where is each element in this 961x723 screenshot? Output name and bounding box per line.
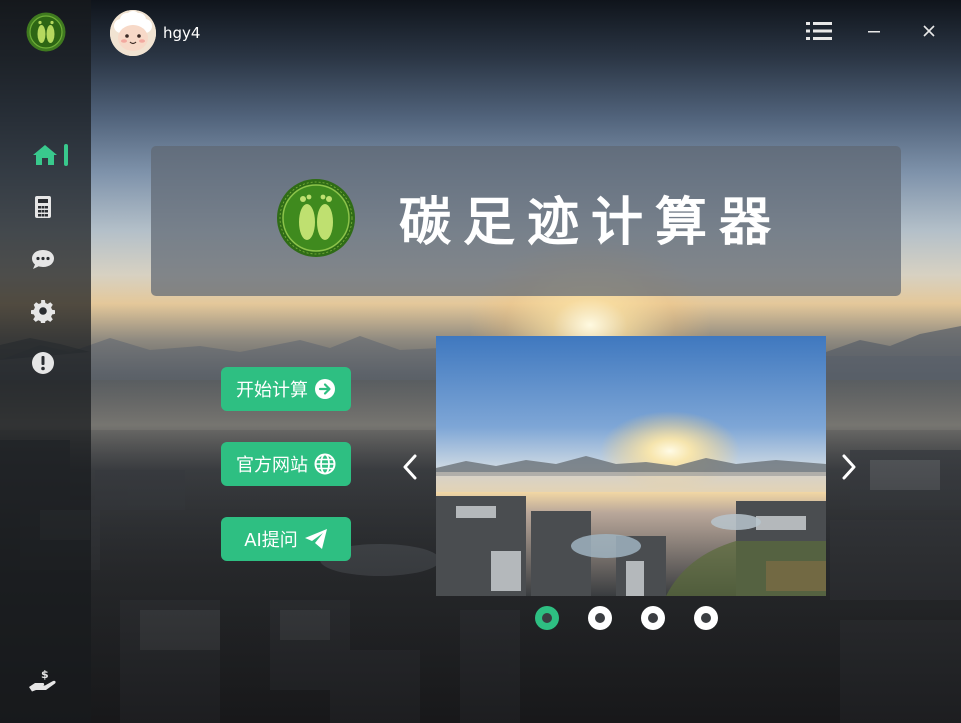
- active-indicator: [64, 144, 68, 166]
- footprint-logo-icon: [276, 178, 356, 258]
- paper-plane-icon: [304, 529, 327, 549]
- image-carousel[interactable]: [436, 336, 826, 596]
- donate-icon: $: [29, 668, 56, 692]
- carousel-dot-2[interactable]: [588, 606, 612, 630]
- carousel-prev-button[interactable]: [397, 450, 423, 484]
- chat-icon: [32, 250, 54, 269]
- ai-question-button[interactable]: AI提问: [221, 517, 351, 561]
- close-button[interactable]: [917, 16, 941, 46]
- official-website-label: 官方网站: [236, 455, 308, 476]
- official-website-button[interactable]: 官方网站: [221, 442, 351, 486]
- nav-calculator[interactable]: [26, 190, 60, 224]
- chevron-right-icon: [842, 454, 856, 480]
- start-calculation-button[interactable]: 开始计算: [221, 367, 351, 411]
- carousel-next-button[interactable]: [836, 450, 862, 484]
- nav-chat[interactable]: [26, 242, 60, 276]
- nav-settings[interactable]: [26, 294, 60, 328]
- minimize-button[interactable]: [862, 16, 886, 46]
- home-icon: [33, 145, 57, 165]
- arrow-right-circle-icon: [315, 379, 335, 399]
- list-icon: [806, 22, 832, 40]
- carousel-dot-4[interactable]: [694, 606, 718, 630]
- settings-icon: [31, 300, 55, 323]
- carousel-dot-3[interactable]: [641, 606, 665, 630]
- minimize-icon: [868, 31, 880, 33]
- svg-text:$: $: [41, 668, 49, 681]
- carousel-slide-image: [436, 336, 826, 596]
- info-icon: [32, 352, 54, 374]
- app-title: 碳足迹计算器: [399, 192, 784, 253]
- menu-button[interactable]: [803, 16, 835, 46]
- start-calculation-label: 开始计算: [236, 380, 308, 401]
- sidebar: $: [0, 0, 91, 723]
- avatar[interactable]: [110, 10, 156, 56]
- close-icon: [923, 25, 935, 37]
- app-logo-icon: [26, 12, 66, 52]
- nav-info[interactable]: [26, 346, 60, 380]
- nav-donate[interactable]: $: [26, 664, 60, 698]
- username: hgy4: [163, 24, 201, 42]
- globe-icon: [314, 453, 336, 475]
- nav-home[interactable]: [28, 138, 68, 172]
- title-banner: 碳足迹计算器: [151, 146, 901, 296]
- chevron-left-icon: [403, 454, 417, 480]
- calculator-icon: [35, 196, 51, 218]
- carousel-dot-1[interactable]: [535, 606, 559, 630]
- ai-question-label: AI提问: [244, 530, 298, 551]
